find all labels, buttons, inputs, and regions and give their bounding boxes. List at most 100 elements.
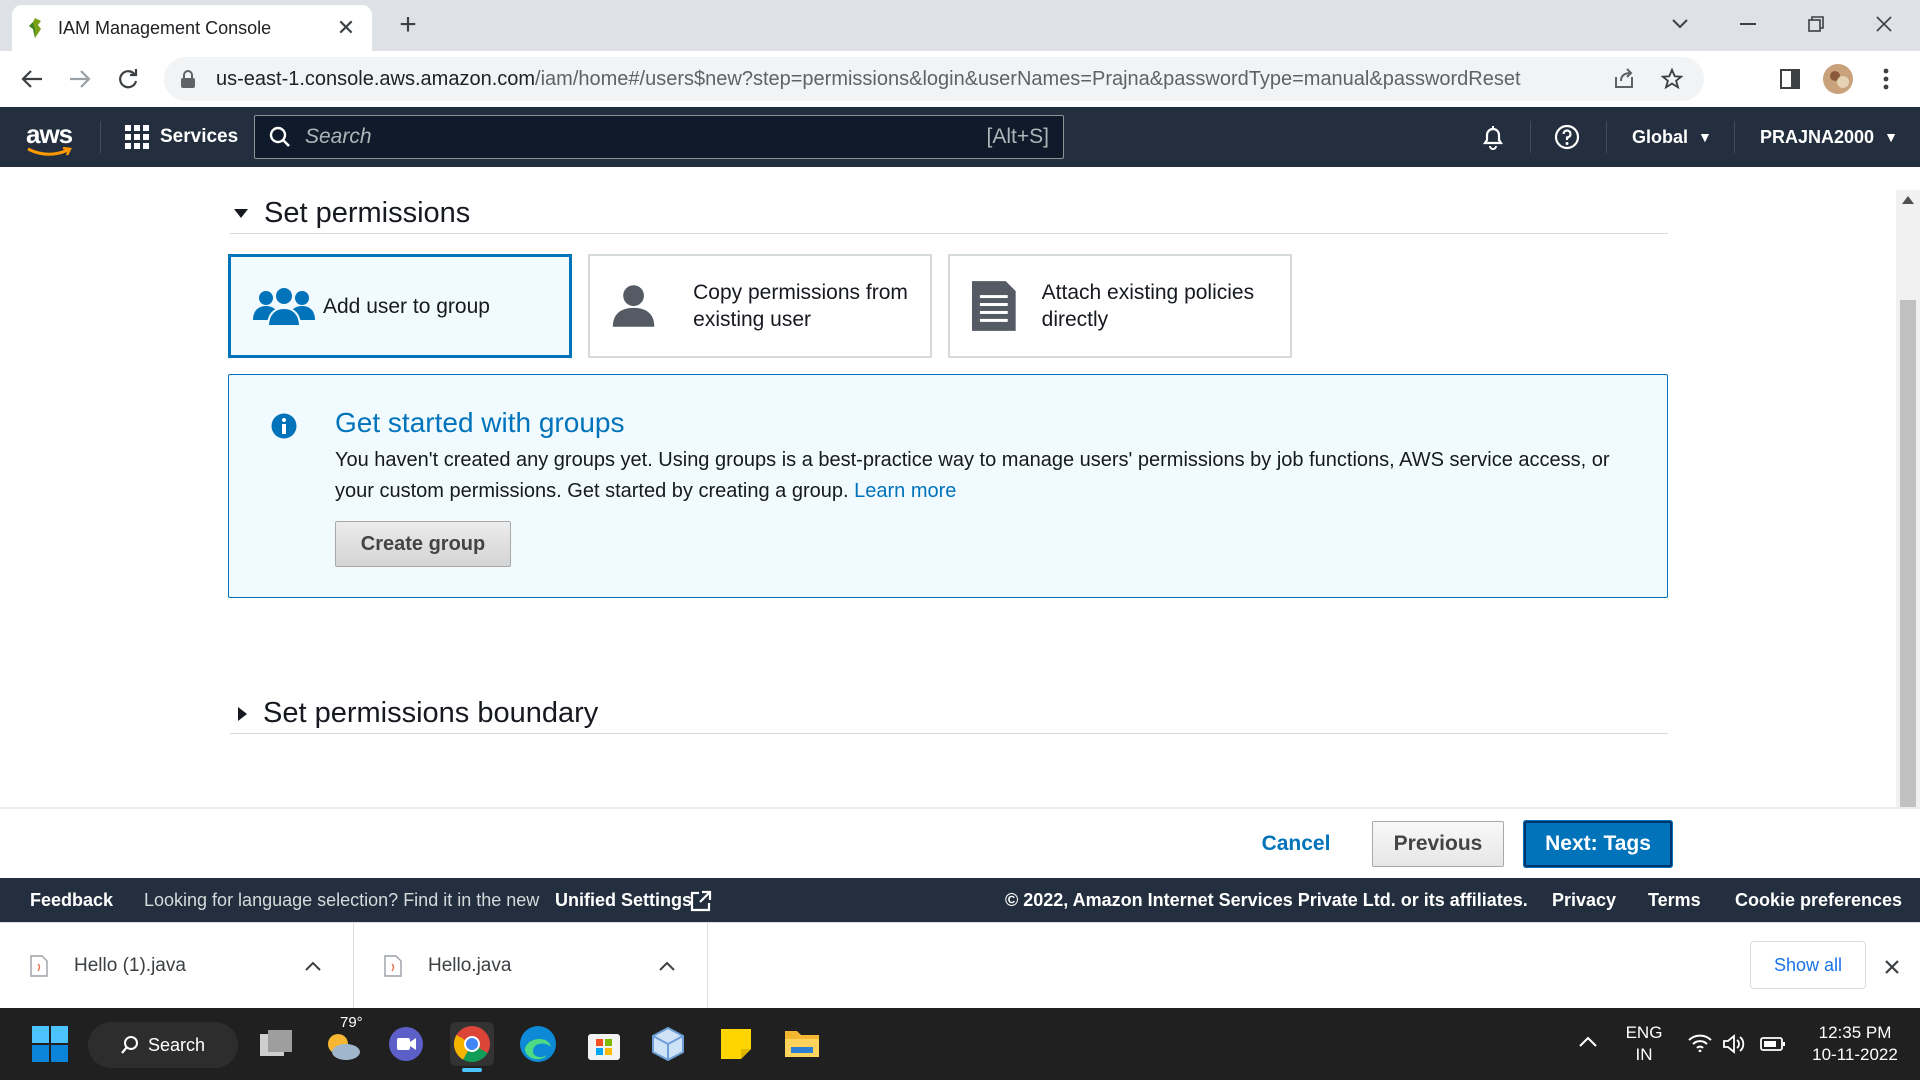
tab-search-chevron-icon[interactable] bbox=[1660, 10, 1700, 38]
sticky-notes-icon[interactable] bbox=[714, 1022, 758, 1066]
back-arrow-icon[interactable] bbox=[16, 63, 48, 95]
new-tab-icon[interactable]: + bbox=[392, 10, 424, 42]
tab-close-icon[interactable]: ✕ bbox=[334, 15, 358, 41]
learn-more-link[interactable]: Learn more bbox=[854, 480, 956, 502]
copy-permissions-option[interactable]: Copy permissions from existing user bbox=[588, 254, 932, 358]
info-text: You haven't created any groups yet. Usin… bbox=[335, 449, 1610, 502]
language-code: ENG bbox=[1625, 1023, 1663, 1042]
services-label: Services bbox=[160, 126, 239, 147]
services-menu-button[interactable]: Services bbox=[124, 121, 238, 153]
page-scrollbar[interactable] bbox=[1896, 190, 1920, 808]
aws-footer: Feedback Looking for language selection?… bbox=[0, 878, 1920, 922]
file-explorer-icon[interactable] bbox=[780, 1022, 824, 1066]
close-icon[interactable] bbox=[1878, 953, 1906, 981]
side-panel-icon[interactable] bbox=[1774, 63, 1806, 95]
option-label: Attach existing policies directly bbox=[1041, 281, 1255, 331]
create-group-button[interactable]: Create group bbox=[335, 521, 511, 567]
address-bar[interactable]: us-east-1.console.aws.amazon.com/iam/hom… bbox=[164, 57, 1704, 101]
virtualbox-icon[interactable] bbox=[646, 1022, 690, 1066]
taskbar-search-label: Search bbox=[148, 1034, 206, 1055]
document-icon bbox=[971, 281, 1016, 331]
external-link-icon[interactable] bbox=[690, 890, 712, 912]
section-title: Set permissions bbox=[264, 197, 471, 229]
user-icon bbox=[612, 285, 655, 327]
active-app-indicator bbox=[462, 1068, 482, 1072]
browser-menu-icon[interactable] bbox=[1870, 63, 1902, 95]
browser-toolbar: us-east-1.console.aws.amazon.com/iam/hom… bbox=[0, 51, 1920, 107]
input-language-indicator[interactable]: ENG IN bbox=[1622, 1022, 1666, 1066]
battery-icon[interactable] bbox=[1760, 1036, 1786, 1058]
taskbar-search[interactable]: Search bbox=[88, 1022, 238, 1068]
download-item[interactable]: Hello.java bbox=[354, 923, 708, 1009]
caret-down-icon: ▼ bbox=[1698, 129, 1712, 145]
feedback-link[interactable]: Feedback bbox=[30, 890, 113, 911]
nav-separator bbox=[1606, 121, 1607, 153]
bookmark-star-icon[interactable] bbox=[1656, 63, 1688, 95]
download-filename: Hello.java bbox=[428, 955, 512, 976]
aws-search-input[interactable]: Search [Alt+S] bbox=[254, 115, 1064, 159]
cloudshell-bell-icon[interactable] bbox=[1480, 121, 1506, 153]
unified-settings-link[interactable]: Unified Settings bbox=[555, 890, 692, 911]
group-users-icon bbox=[253, 286, 315, 327]
caret-down-icon bbox=[234, 209, 248, 218]
region-selector[interactable]: Global ▼ bbox=[1632, 121, 1712, 153]
scrollbar-thumb[interactable] bbox=[1900, 300, 1916, 808]
reload-icon[interactable] bbox=[112, 63, 144, 95]
download-shelf: Hello (1).java Hello.java Show all bbox=[0, 922, 1920, 1009]
aws-smile-icon[interactable] bbox=[26, 147, 74, 159]
help-icon[interactable] bbox=[1554, 121, 1580, 153]
attach-policies-option[interactable]: Attach existing policies directly bbox=[948, 254, 1292, 358]
tray-overflow-chevron-icon[interactable] bbox=[1578, 1032, 1598, 1054]
browser-tab-strip: IAM Management Console ✕ + bbox=[0, 0, 1920, 51]
cookie-preferences-link[interactable]: Cookie preferences bbox=[1735, 890, 1902, 911]
cancel-button[interactable]: Cancel bbox=[1240, 821, 1352, 867]
language-prompt: Looking for language selection? Find it … bbox=[144, 890, 540, 910]
permissions-boundary-header[interactable]: Set permissions boundary bbox=[230, 694, 1668, 734]
privacy-link[interactable]: Privacy bbox=[1552, 890, 1616, 911]
caret-right-icon bbox=[238, 706, 247, 721]
close-window-icon[interactable] bbox=[1864, 10, 1904, 38]
search-shortcut: [Alt+S] bbox=[986, 125, 1049, 148]
account-menu[interactable]: PRAJNA2000 ▼ bbox=[1760, 121, 1898, 153]
wifi-icon[interactable] bbox=[1688, 1034, 1712, 1058]
edge-icon[interactable] bbox=[516, 1022, 560, 1066]
java-file-icon bbox=[30, 955, 48, 977]
previous-button[interactable]: Previous bbox=[1372, 821, 1504, 867]
lock-icon[interactable] bbox=[180, 70, 196, 88]
aws-logo[interactable]: aws bbox=[26, 119, 73, 150]
task-view-icon[interactable] bbox=[254, 1022, 298, 1066]
nav-separator bbox=[1530, 121, 1531, 153]
next-tags-button[interactable]: Next: Tags bbox=[1524, 821, 1672, 867]
download-filename: Hello (1).java bbox=[74, 955, 186, 976]
info-icon bbox=[271, 413, 297, 439]
system-clock[interactable]: 12:35 PM 10-11-2022 bbox=[1800, 1022, 1910, 1066]
weather-widget-icon[interactable]: 79° bbox=[320, 1014, 364, 1066]
browser-tab[interactable]: IAM Management Console ✕ bbox=[12, 5, 372, 51]
volume-icon[interactable] bbox=[1722, 1034, 1746, 1060]
profile-avatar[interactable] bbox=[1822, 63, 1854, 95]
windows-start-icon[interactable] bbox=[28, 1022, 72, 1066]
search-placeholder: Search bbox=[305, 125, 372, 148]
clock-date: 10-11-2022 bbox=[1812, 1045, 1898, 1064]
minimize-icon[interactable] bbox=[1728, 10, 1768, 38]
chevron-up-icon[interactable] bbox=[657, 956, 677, 976]
copyright-text: © 2022, Amazon Internet Services Private… bbox=[1005, 890, 1528, 910]
set-permissions-header[interactable]: Set permissions bbox=[230, 194, 1668, 234]
forward-arrow-icon[interactable] bbox=[64, 63, 96, 95]
account-label: PRAJNA2000 bbox=[1760, 126, 1875, 147]
add-user-to-group-option[interactable]: Add user to group bbox=[228, 254, 572, 358]
terms-link[interactable]: Terms bbox=[1648, 890, 1701, 911]
chrome-icon[interactable] bbox=[450, 1022, 494, 1072]
restore-icon[interactable] bbox=[1796, 10, 1836, 38]
microsoft-store-icon[interactable] bbox=[582, 1022, 626, 1066]
show-all-downloads-button[interactable]: Show all bbox=[1750, 941, 1866, 989]
download-item[interactable]: Hello (1).java bbox=[0, 923, 354, 1009]
chevron-up-icon[interactable] bbox=[303, 956, 323, 976]
section-title: Set permissions boundary bbox=[263, 697, 599, 729]
scroll-up-arrow-icon[interactable] bbox=[1902, 196, 1914, 204]
url-text[interactable]: us-east-1.console.aws.amazon.com/iam/hom… bbox=[216, 68, 1592, 91]
aws-top-nav: aws Services Search [Alt+S] Global ▼ PRA… bbox=[0, 107, 1920, 167]
share-icon[interactable] bbox=[1608, 63, 1640, 95]
teams-chat-icon[interactable] bbox=[384, 1022, 428, 1066]
search-icon bbox=[121, 1036, 138, 1054]
